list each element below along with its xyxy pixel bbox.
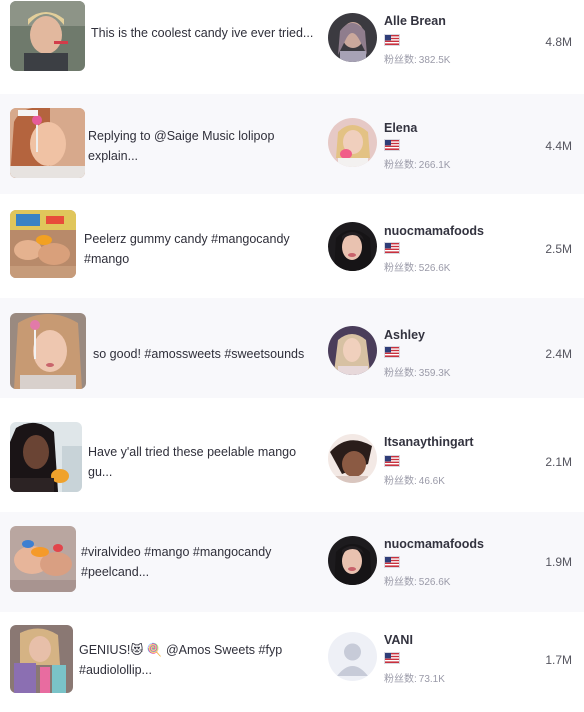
video-thumbnail[interactable] — [10, 526, 76, 592]
creator-avatar[interactable] — [328, 326, 377, 375]
list-item[interactable]: so good! #amossweets #sweetsounds Ashley… — [0, 298, 584, 398]
video-title[interactable]: so good! #amossweets #sweetsounds — [93, 344, 318, 364]
view-count: 2.1M — [545, 455, 572, 469]
us-flag-icon — [384, 242, 400, 254]
video-thumbnail[interactable] — [10, 422, 82, 492]
view-count: 2.4M — [545, 347, 572, 361]
creator-avatar[interactable] — [328, 222, 377, 271]
video-thumbnail[interactable] — [10, 1, 85, 71]
video-title[interactable]: Replying to @Saige Music lolipop explain… — [88, 126, 313, 166]
list-item[interactable]: Have y'all tried these peelable mango gu… — [0, 404, 584, 504]
follower-count: 粉丝数: 526.6K — [384, 577, 451, 588]
creator-name[interactable]: nuocmamafoods — [384, 223, 484, 239]
view-count: 4.8M — [545, 35, 572, 49]
view-count: 1.7M — [545, 653, 572, 667]
creator-name[interactable]: Elena — [384, 120, 417, 136]
list-item[interactable]: #viralvideo #mango #mangocandy #peelcand… — [0, 512, 584, 612]
creator-name[interactable]: VANI — [384, 632, 413, 648]
creator-avatar[interactable] — [328, 13, 377, 62]
video-list: This is the coolest candy ive ever tried… — [0, 0, 584, 693]
follower-count: 粉丝数: 266.1K — [384, 160, 451, 171]
video-title[interactable]: Peelerz gummy candy #mangocandy #mango — [84, 229, 309, 269]
video-title[interactable]: #viralvideo #mango #mangocandy #peelcand… — [81, 542, 306, 582]
video-thumbnail[interactable] — [10, 625, 73, 693]
list-item[interactable]: Replying to @Saige Music lolipop explain… — [0, 94, 584, 194]
creator-name[interactable]: nuocmamafoods — [384, 536, 484, 552]
list-item[interactable]: This is the coolest candy ive ever tried… — [0, 0, 584, 92]
video-title[interactable]: Have y'all tried these peelable mango gu… — [88, 442, 313, 482]
us-flag-icon — [384, 139, 400, 151]
video-thumbnail[interactable] — [10, 313, 86, 389]
list-item[interactable]: Peelerz gummy candy #mangocandy #mango n… — [0, 198, 584, 298]
view-count: 1.9M — [545, 555, 572, 569]
creator-name[interactable]: Ashley — [384, 327, 425, 343]
us-flag-icon — [384, 556, 400, 568]
video-thumbnail[interactable] — [10, 210, 76, 278]
us-flag-icon — [384, 346, 400, 358]
follower-count: 粉丝数: 382.5K — [384, 55, 451, 66]
creator-name[interactable]: Alle Brean — [384, 13, 446, 29]
view-count: 2.5M — [545, 242, 572, 256]
us-flag-icon — [384, 34, 400, 46]
creator-avatar[interactable] — [328, 632, 377, 681]
creator-avatar[interactable] — [328, 118, 377, 167]
list-item[interactable]: GENIUS!😻 🍭 @Amos Sweets #fyp #audiololli… — [0, 612, 584, 712]
video-title[interactable]: This is the coolest candy ive ever tried… — [91, 23, 316, 43]
view-count: 4.4M — [545, 139, 572, 153]
creator-avatar[interactable] — [328, 536, 377, 585]
us-flag-icon — [384, 652, 400, 664]
follower-count: 粉丝数: 73.1K — [384, 674, 445, 685]
creator-avatar[interactable] — [328, 434, 377, 483]
follower-count: 粉丝数: 359.3K — [384, 368, 451, 379]
follower-count: 粉丝数: 526.6K — [384, 263, 451, 274]
video-title[interactable]: GENIUS!😻 🍭 @Amos Sweets #fyp #audiololli… — [79, 640, 304, 680]
us-flag-icon — [384, 455, 400, 467]
video-thumbnail[interactable] — [10, 108, 85, 178]
follower-count: 粉丝数: 46.6K — [384, 476, 445, 487]
creator-name[interactable]: Itsanaythingart — [384, 434, 474, 450]
